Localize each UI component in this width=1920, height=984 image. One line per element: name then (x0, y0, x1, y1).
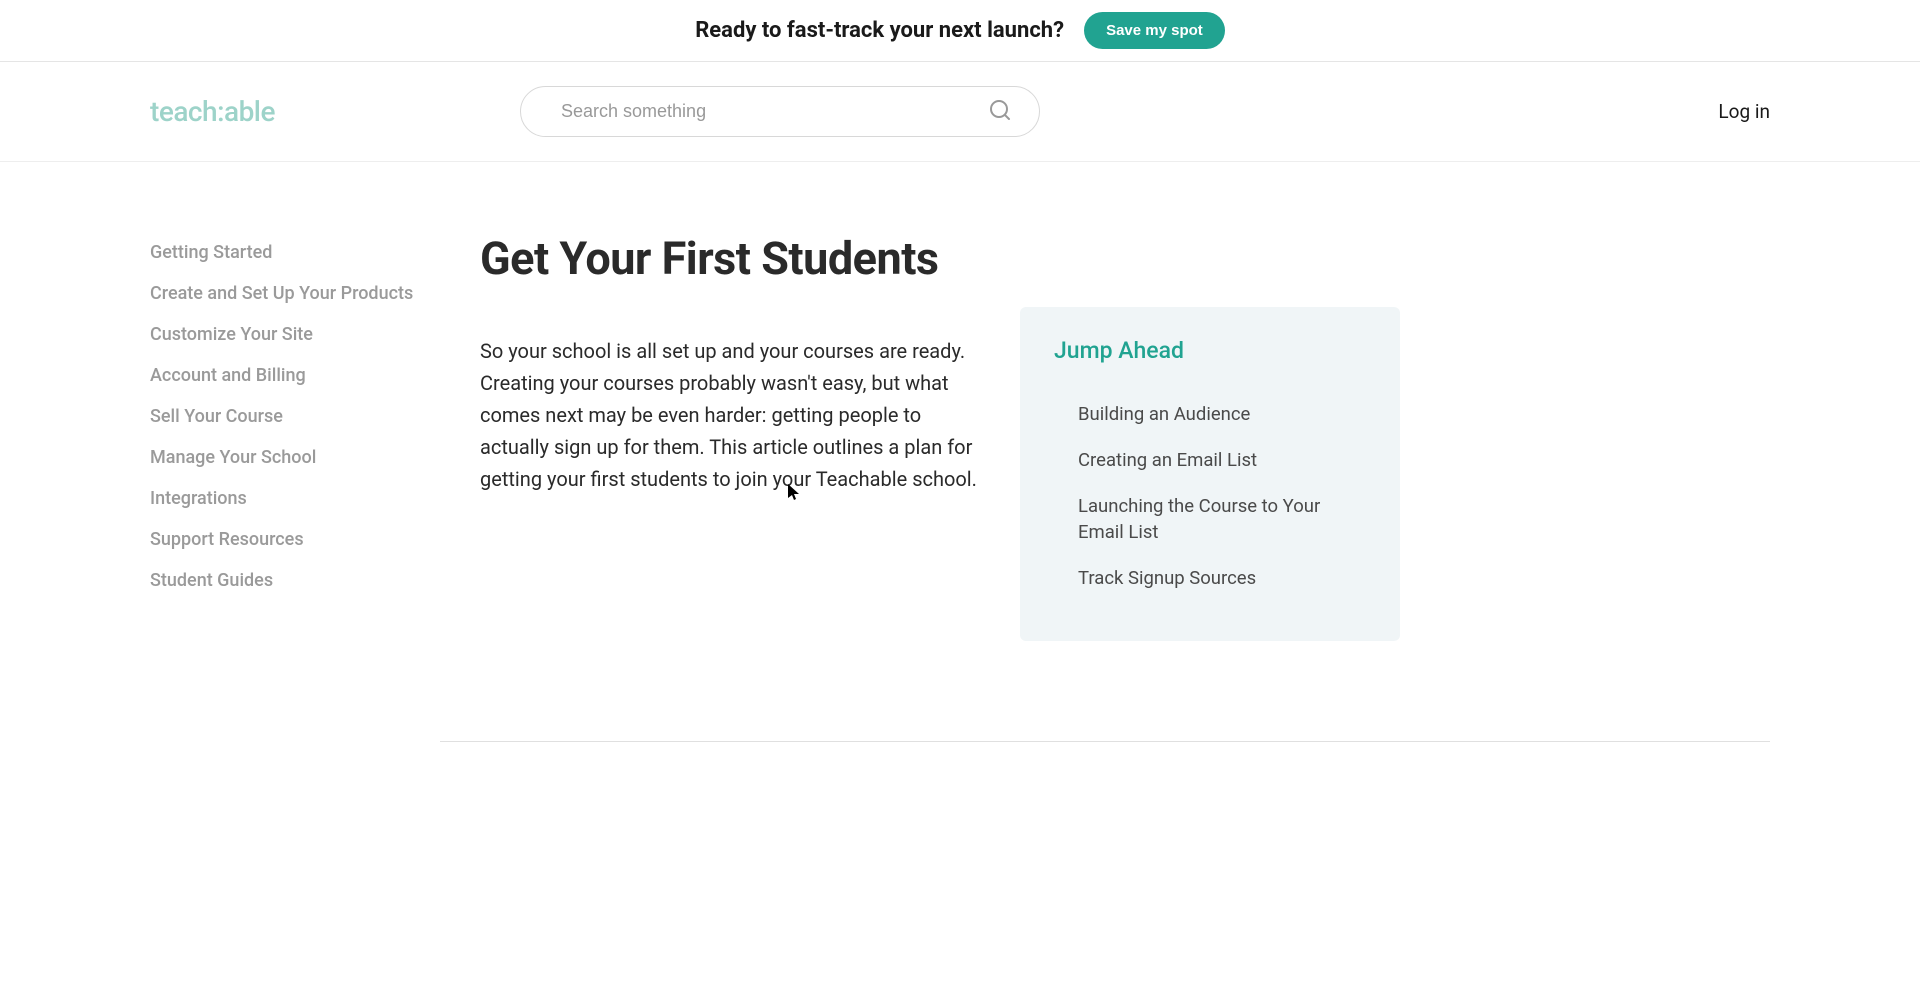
sidebar-item-sell-course[interactable]: Sell Your Course (150, 396, 440, 437)
promo-banner: Ready to fast-track your next launch? Sa… (0, 0, 1920, 62)
jump-link-launching-course[interactable]: Launching the Course to Your Email List (1054, 484, 1366, 556)
sidebar: Getting Started Create and Set Up Your P… (150, 232, 440, 641)
search-container (520, 86, 1040, 137)
search-icon[interactable] (988, 98, 1012, 126)
jump-ahead-title: Jump Ahead (1054, 337, 1366, 364)
jump-link-track-signup[interactable]: Track Signup Sources (1054, 556, 1366, 602)
main-container: Getting Started Create and Set Up Your P… (0, 162, 1920, 681)
article-intro: So your school is all set up and your co… (480, 335, 980, 495)
sidebar-item-create-products[interactable]: Create and Set Up Your Products (150, 273, 440, 314)
jump-link-creating-email-list[interactable]: Creating an Email List (1054, 438, 1366, 484)
divider (440, 741, 1770, 742)
page-title: Get Your First Students (480, 232, 980, 285)
sidebar-item-integrations[interactable]: Integrations (150, 478, 440, 519)
sidebar-item-account-billing[interactable]: Account and Billing (150, 355, 440, 396)
sidebar-item-getting-started[interactable]: Getting Started (150, 232, 440, 273)
search-input[interactable] (520, 86, 1040, 137)
header: teach:able Log in (0, 62, 1920, 162)
promo-text: Ready to fast-track your next launch? (695, 18, 1064, 43)
sidebar-item-student-guides[interactable]: Student Guides (150, 560, 440, 601)
save-spot-button[interactable]: Save my spot (1084, 12, 1225, 49)
sidebar-item-support-resources[interactable]: Support Resources (150, 519, 440, 560)
logo[interactable]: teach:able (150, 95, 520, 128)
jump-ahead-box: Jump Ahead Building an Audience Creating… (1020, 307, 1400, 641)
sidebar-item-customize-site[interactable]: Customize Your Site (150, 314, 440, 355)
sidebar-item-manage-school[interactable]: Manage Your School (150, 437, 440, 478)
login-link[interactable]: Log in (1718, 100, 1770, 123)
jump-link-building-audience[interactable]: Building an Audience (1054, 392, 1366, 438)
article: Get Your First Students So your school i… (480, 232, 980, 641)
